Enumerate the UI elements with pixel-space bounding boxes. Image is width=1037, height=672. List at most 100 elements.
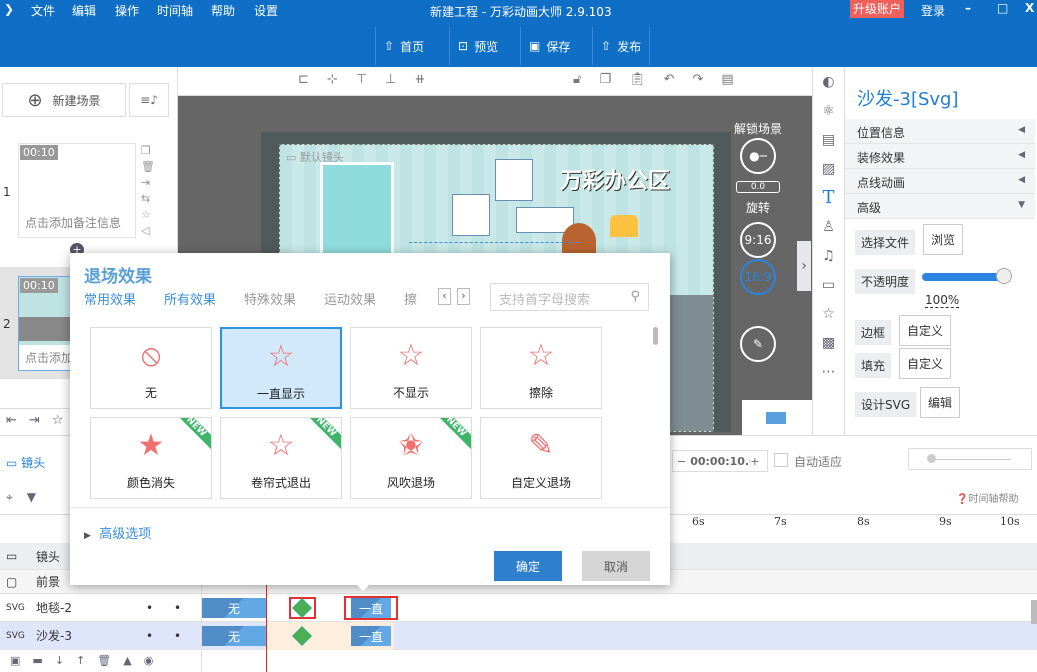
box-icon[interactable]: ▤ [813, 125, 844, 154]
move-up-icon[interactable]: ↑ [76, 654, 85, 669]
tabs-prev-button[interactable]: ‹ [438, 288, 451, 305]
image-icon[interactable]: ▨ [813, 154, 844, 183]
minimap[interactable] [742, 400, 812, 435]
duration-stepper[interactable]: −00:00:10.0 + [672, 450, 768, 472]
lock-icon[interactable]: ▲ [123, 654, 131, 669]
tab-special-effects[interactable]: 特殊效果 [244, 289, 296, 308]
menu-settings[interactable]: 设置 [254, 2, 278, 19]
atom-icon[interactable]: ⚛ [813, 96, 844, 125]
ratio-16-9-button[interactable]: 16:9 [734, 259, 782, 295]
zoom-slider[interactable] [908, 448, 1032, 470]
tab-camera[interactable]: ▭ 镜头 [6, 454, 45, 471]
auto-fit-checkbox[interactable] [774, 453, 788, 467]
menu-file[interactable]: 文件 [31, 2, 55, 19]
border-custom-button[interactable]: 自定义 [899, 315, 952, 346]
effects-scrollbar[interactable] [653, 327, 658, 345]
enter-effect-block[interactable]: 无 [202, 598, 266, 618]
effect-card[interactable]: ☆ 卷帘式退出 NEW [220, 417, 342, 499]
close-button[interactable]: X [1025, 1, 1034, 15]
unlock-scene-label[interactable]: 解锁场景 [734, 120, 782, 137]
visibility-icon[interactable]: ◉ [144, 654, 154, 669]
effect-card[interactable]: ★ 颜色消失 NEW [90, 417, 212, 499]
shape-icon[interactable]: ◐ [813, 67, 844, 96]
undo-icon[interactable]: ↶ [664, 72, 675, 87]
timeline-help-link[interactable]: ❓时间轴帮助 [956, 490, 1018, 505]
opacity-slider[interactable] [922, 273, 1006, 281]
opacity-value[interactable]: 100% [925, 293, 960, 308]
unlock-icon[interactable]: 🔓︎ [573, 72, 581, 87]
effect-card[interactable]: ✬ 风吹退场 NEW [350, 417, 472, 499]
edit-svg-button[interactable]: 编辑 [920, 387, 961, 418]
section-line-animation[interactable]: 点线动画 ◀ [845, 169, 1035, 194]
sound-icon[interactable]: ◁ [141, 223, 155, 239]
preview-button[interactable]: ⊡ 预览 [449, 27, 506, 65]
login-button[interactable]: 登录 [921, 2, 945, 19]
scene-note[interactable]: 点击添加备注信息 [25, 214, 133, 231]
cancel-button[interactable]: 取消 [582, 551, 650, 581]
star-icon[interactable]: ☆ [52, 413, 64, 431]
music-icon[interactable]: ♫ [813, 241, 844, 270]
section-decoration[interactable]: 装修效果 ◀ [845, 144, 1035, 169]
export-icon[interactable]: ⇥ [141, 175, 155, 191]
tab-all-effects[interactable]: 所有效果 [164, 289, 216, 308]
browse-button[interactable]: 浏览 [923, 224, 964, 255]
person-icon[interactable]: ♙ [813, 212, 844, 241]
history-icon[interactable]: ▤ [721, 72, 733, 87]
confirm-button[interactable]: 确定 [494, 551, 562, 581]
effect-card[interactable]: ☆ 一直显示 [220, 327, 342, 409]
effect-card[interactable]: ☆ 不显示 [350, 327, 472, 409]
enter-effect-block[interactable]: 无 [202, 626, 266, 646]
effect-card[interactable]: ☆ 擦除 [480, 327, 602, 409]
export-icon[interactable]: ⇥ [29, 413, 40, 431]
new-scene-button[interactable]: ⊕ 新建场景 [2, 83, 126, 117]
edit-pen-button[interactable]: ✎ [734, 326, 782, 362]
distribute-icon[interactable]: ⧺ [414, 72, 425, 87]
publish-button[interactable]: ⇧ 发布 [592, 27, 651, 65]
tab-motion-effects[interactable]: 运动效果 [324, 289, 376, 308]
folder-icon[interactable]: ▬ [32, 654, 42, 669]
selection-box[interactable] [409, 242, 579, 244]
menu-timeline[interactable]: 时间轴 [157, 2, 193, 19]
zoom-slider-handle[interactable] [927, 454, 936, 463]
upgrade-button[interactable]: 升级账户 [850, 0, 905, 18]
copy-icon[interactable]: ❐ [599, 72, 611, 87]
music-list-icon[interactable]: ≡♪ [129, 83, 169, 117]
home-button[interactable]: ⇧ 首页 [375, 27, 432, 65]
effect-search-input[interactable]: 支持首字母搜索 ⚲ [490, 283, 649, 311]
swap-icon[interactable]: ⇆ [141, 191, 155, 207]
minimize-button[interactable]: – [965, 1, 971, 15]
track-carpet[interactable]: SVG 地毯-2 • • [0, 594, 1037, 622]
fill-custom-button[interactable]: 自定义 [899, 348, 952, 379]
add-layer-icon[interactable]: ▣ [10, 654, 20, 669]
save-button[interactable]: ▣ 保存 [520, 27, 578, 65]
opacity-slider-handle[interactable] [996, 268, 1012, 284]
delete-icon[interactable]: 🗑 [141, 159, 155, 175]
scene-thumb-1[interactable]: 00:10 点击添加备注信息 [18, 143, 136, 238]
exit-effect-block[interactable]: 一直 [351, 626, 391, 646]
rotation-value[interactable]: 0.0 [736, 181, 780, 193]
collapse-arrow-icon[interactable]: › [797, 241, 811, 291]
section-position[interactable]: 位置信息 ◀ [845, 119, 1035, 144]
chat-icon[interactable]: ▭ [813, 270, 844, 299]
target-icon[interactable]: ⌖ [6, 490, 13, 505]
move-down-icon[interactable]: ↓ [55, 654, 64, 669]
tab-common-effects[interactable]: 常用效果 [84, 289, 136, 308]
maximize-button[interactable]: □ [997, 1, 1008, 15]
star-icon[interactable]: ☆ [141, 207, 155, 223]
picture-add-icon[interactable]: ▩ [813, 328, 844, 357]
align-center-icon[interactable]: ⊹ [327, 72, 338, 87]
sticker-icon[interactable]: ☆ [813, 299, 844, 328]
tab-wipe[interactable]: 擦 [404, 289, 417, 308]
paste-icon[interactable]: 📋︎ [629, 72, 646, 87]
menu-operate[interactable]: 操作 [115, 2, 139, 19]
menu-edit[interactable]: 编辑 [72, 2, 96, 19]
section-advanced[interactable]: 高级 ▼ [845, 194, 1035, 219]
redo-icon[interactable]: ↷ [693, 72, 704, 87]
tabs-next-button[interactable]: › [457, 288, 470, 305]
ratio-9-16-button[interactable]: 9:16 [734, 222, 782, 258]
delete-icon[interactable]: 🗑 [97, 654, 111, 669]
copy-icon[interactable]: ❐ [141, 143, 155, 159]
track-sofa[interactable]: SVG 沙发-3 • • [0, 622, 1037, 650]
effect-card[interactable]: ⦸ 无 [90, 327, 212, 409]
timeline-scrollbar[interactable] [1031, 600, 1037, 624]
